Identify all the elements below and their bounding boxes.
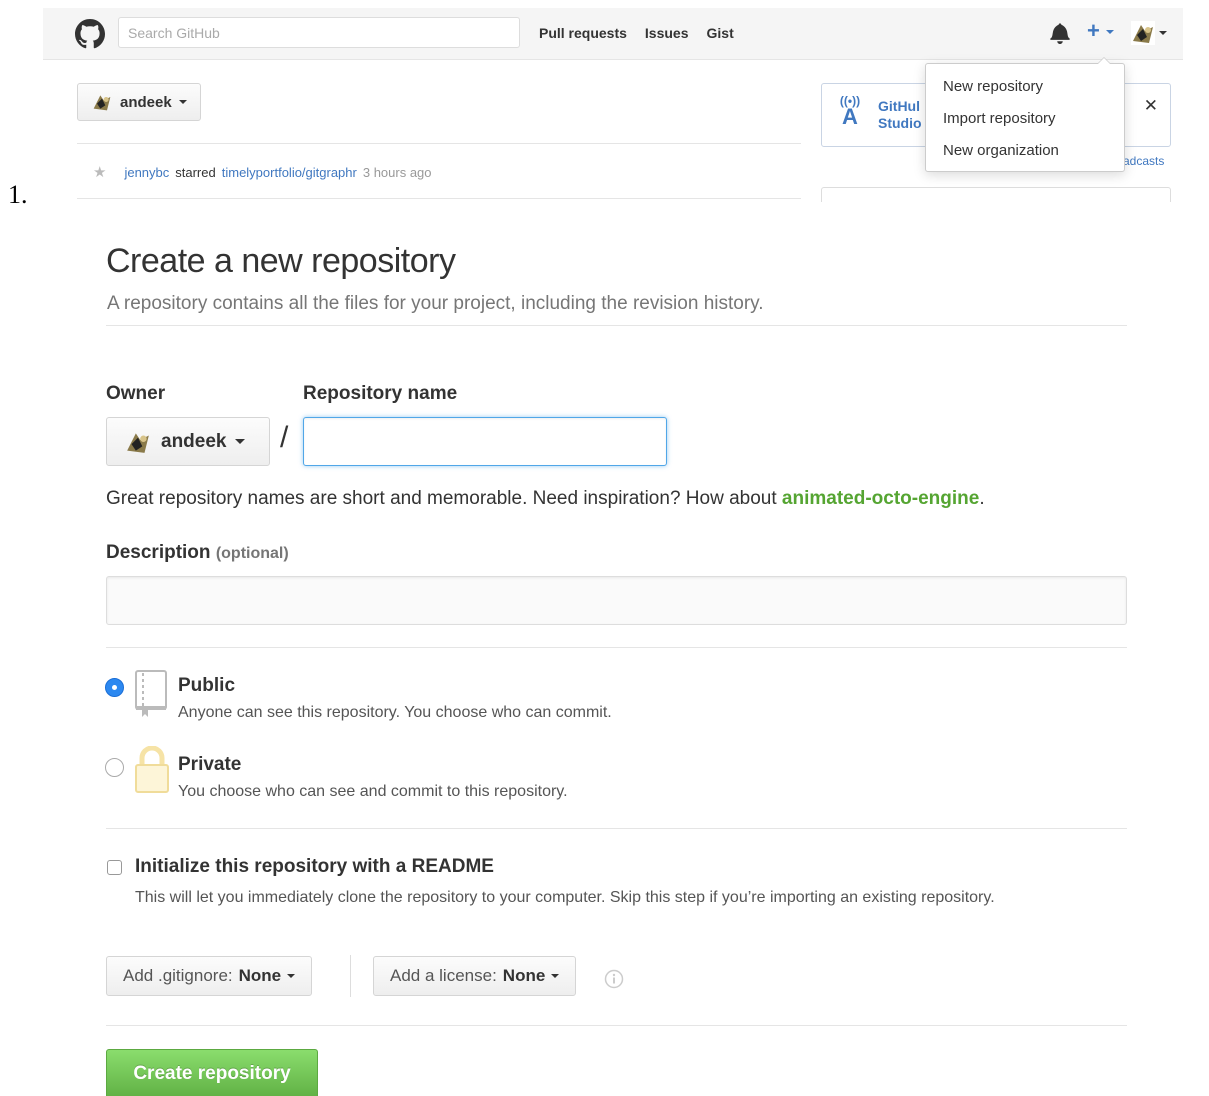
header-nav: Pull requests Issues Gist	[539, 25, 734, 41]
private-description: You choose who can see and commit to thi…	[178, 783, 568, 800]
feed-action: starred	[175, 164, 216, 180]
readme-description: This will let you immediately clone the …	[135, 889, 995, 906]
readme-title[interactable]: Initialize this repository with a README	[135, 856, 494, 878]
owner-repo-separator: /	[280, 421, 289, 454]
top-header: Pull requests Issues Gist +	[43, 8, 1183, 60]
feed-time: 3 hours ago	[362, 164, 432, 180]
star-icon: ★	[93, 164, 107, 181]
chevron-down-icon	[1105, 30, 1114, 35]
chevron-down-icon	[551, 974, 560, 978]
public-description: Anyone can see this repository. You choo…	[178, 704, 612, 721]
create-new-dropdown-toggle[interactable]: +	[1087, 17, 1114, 45]
section-divider	[106, 1025, 1127, 1026]
description-label: Description (optional)	[106, 542, 289, 564]
page-subtitle: A repository contains all the files for …	[107, 293, 764, 314]
chevron-down-icon	[178, 100, 187, 104]
avatar	[127, 432, 149, 453]
list-number: 1.	[8, 180, 28, 209]
license-select-button[interactable]: Add a license: None	[373, 956, 577, 996]
menu-item-new-organization[interactable]: New organization	[926, 135, 1124, 167]
readme-checkbox[interactable]	[107, 860, 122, 875]
page-title: Create a new repository	[106, 242, 456, 280]
chevron-down-icon	[287, 974, 296, 978]
owner-label: Owner	[106, 383, 166, 404]
gitignore-value: None	[238, 966, 282, 985]
plus-icon: +	[1087, 18, 1100, 43]
suggested-name-link[interactable]: animated-octo-engine	[782, 488, 979, 509]
feed-divider	[77, 198, 801, 199]
select-separator	[350, 955, 351, 997]
description-input[interactable]	[106, 576, 1127, 625]
avatar	[93, 95, 111, 111]
nav-gist[interactable]: Gist	[707, 25, 734, 41]
section-divider	[106, 647, 1127, 648]
feed-repo-link[interactable]: timelyportfolio/gitgraphr	[222, 165, 357, 180]
public-radio[interactable]	[105, 678, 124, 697]
repositories-panel	[821, 187, 1171, 202]
private-title: Private	[178, 754, 242, 775]
menu-item-import-repository[interactable]: Import repository	[926, 103, 1124, 135]
search-input[interactable]	[118, 17, 520, 48]
bell-icon[interactable]	[1050, 22, 1070, 44]
section-divider	[106, 828, 1127, 829]
suggestion-suffix: .	[979, 488, 985, 509]
octocat-icon[interactable]	[75, 19, 105, 49]
create-repository-button[interactable]: Create repository	[106, 1049, 318, 1096]
lock-icon	[135, 746, 169, 793]
menu-item-new-repository[interactable]: New repository	[926, 71, 1124, 103]
nav-issues[interactable]: Issues	[645, 25, 689, 41]
broadcasts-link[interactable]: adcasts	[1123, 154, 1164, 168]
repository-name-input[interactable]	[303, 417, 667, 466]
dashboard-screenshot: Pull requests Issues Gist + andeek	[43, 8, 1183, 202]
broadcast-icon: ((•)) A	[839, 94, 861, 129]
suggestion-prefix: Great repository names are short and mem…	[106, 488, 777, 509]
chevron-down-icon	[235, 439, 246, 444]
owner-name: andeek	[161, 430, 227, 452]
owner-select-button[interactable]: andeek	[106, 417, 270, 466]
nav-pull-requests[interactable]: Pull requests	[539, 25, 627, 41]
chevron-down-icon	[1159, 31, 1167, 35]
context-switcher-button[interactable]: andeek	[77, 83, 201, 121]
section-divider	[106, 325, 1127, 326]
info-icon[interactable]	[604, 969, 624, 989]
name-suggestion: Great repository names are short and mem…	[106, 488, 985, 510]
private-radio[interactable]	[105, 758, 124, 777]
broadcast-title-line: Studio	[878, 115, 922, 131]
feed-actor-link[interactable]: jennybc	[124, 165, 169, 180]
create-new-menu: New repository Import repository New org…	[925, 57, 1125, 172]
news-feed-item: ★ jennybc starred timelyportfolio/gitgra…	[93, 163, 432, 181]
gitignore-select-button[interactable]: Add .gitignore: None	[106, 956, 313, 996]
broadcast-title-line: GitHul	[878, 98, 920, 114]
broadcast-title[interactable]: GitHul Studio	[878, 98, 922, 132]
close-icon[interactable]: ✕	[1144, 96, 1158, 116]
description-label-text: Description	[106, 542, 211, 563]
context-user-name: andeek	[120, 93, 172, 111]
repo-name-label: Repository name	[303, 383, 458, 404]
gitignore-label: Add .gitignore:	[123, 966, 233, 985]
license-value: None	[502, 966, 546, 985]
avatar	[1131, 21, 1155, 45]
repo-book-icon	[135, 670, 167, 717]
feed-divider	[77, 143, 801, 144]
public-title: Public	[178, 675, 236, 696]
user-menu-toggle[interactable]	[1131, 21, 1167, 45]
license-label: Add a license:	[390, 966, 497, 985]
optional-hint: (optional)	[215, 545, 289, 562]
